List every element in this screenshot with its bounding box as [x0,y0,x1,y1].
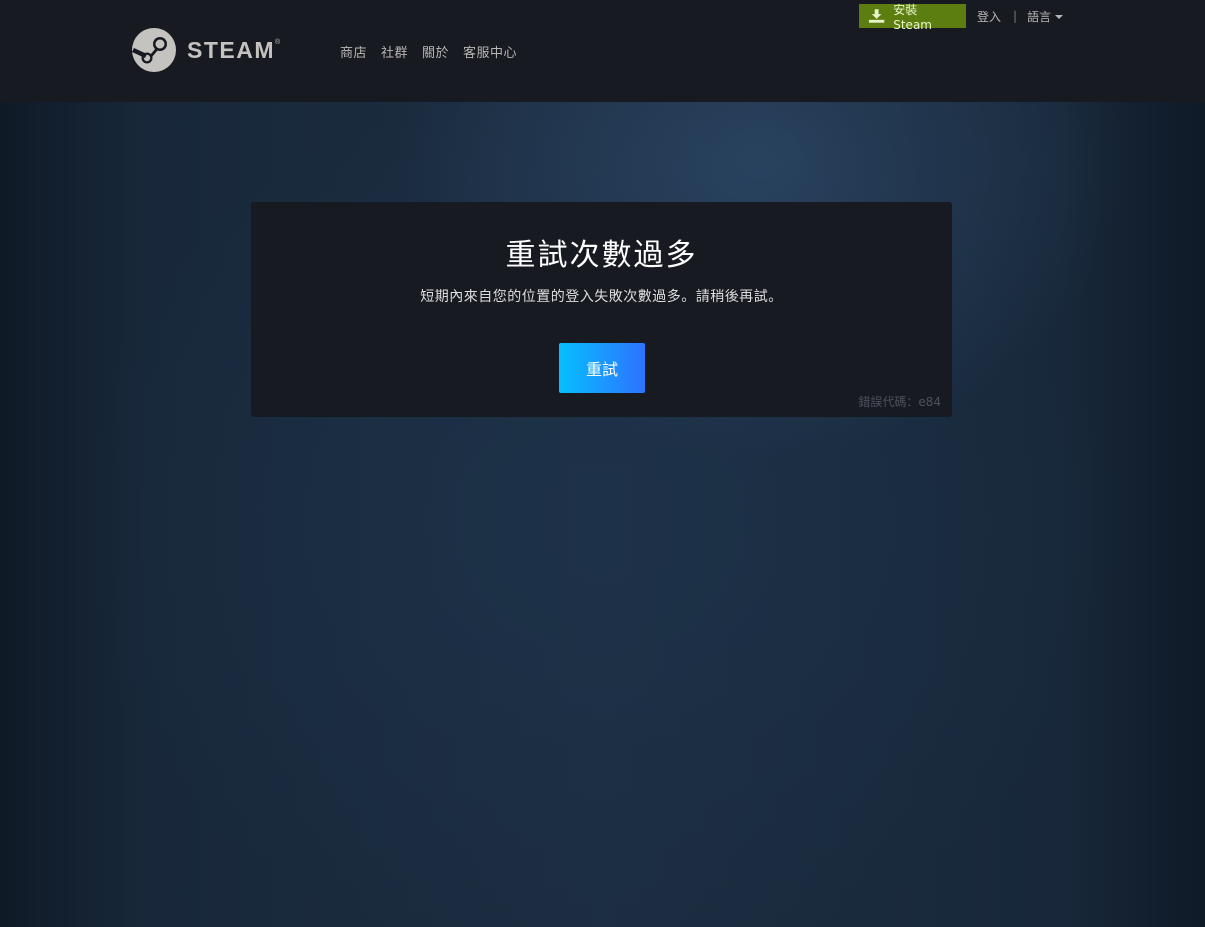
error-title: 重試次數過多 [505,238,698,273]
install-steam-label: 安裝 Steam [893,2,932,32]
login-link[interactable]: 登入 [977,8,1001,25]
steam-logo-text: STEAM® [187,36,282,63]
install-steam-button[interactable]: 安裝 Steam [859,3,966,32]
chevron-down-icon [1055,14,1064,19]
global-header: STEAM® 商店 社群 關於 客服中心 安裝 Steam 登入 | 語言 [0,0,1205,102]
error-message: 短期內來自您的位置的登入失敗次數過多。請稍後再試。 [420,289,783,305]
nav-about[interactable]: 關於 [422,42,449,61]
global-actions: 安裝 Steam 登入 | 語言 [859,3,1064,32]
steam-logo-icon [132,28,176,72]
registered-mark: ® [275,38,282,46]
nav-community[interactable]: 社群 [381,42,408,61]
steam-logo[interactable]: STEAM® [132,27,282,73]
nav-store[interactable]: 商店 [340,42,367,61]
main-nav: 商店 社群 關於 客服中心 [340,42,531,61]
retry-button[interactable]: 重試 [559,343,645,393]
language-dropdown[interactable]: 語言 [1027,8,1064,25]
nav-support[interactable]: 客服中心 [463,42,517,61]
download-icon [868,9,885,23]
error-code: 錯誤代碼：e84 [858,395,941,409]
error-dialog: 重試次數過多 短期內來自您的位置的登入失敗次數過多。請稍後再試。 重試 錯誤代碼… [251,202,952,417]
language-label: 語言 [1027,9,1052,24]
header-separator: | [1013,9,1018,23]
